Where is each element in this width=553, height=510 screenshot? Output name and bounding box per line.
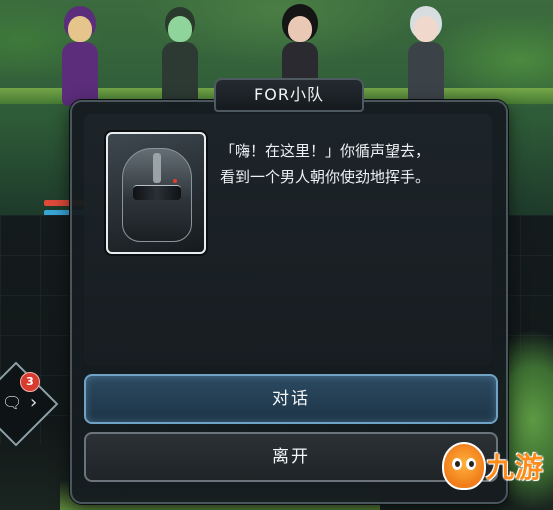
dialog-content-panel: 「嗨！在这里！」你循声望去， 看到一个男人朝你使劲地挥手。 [84,114,492,366]
talk-button[interactable]: 对话 [84,374,498,424]
notification-badge: 3 [20,372,40,392]
hero-character-visor [152,14,208,110]
npc-portrait [106,132,206,254]
robot-helmet-icon [122,148,192,242]
chevron-right-icon: › [30,392,38,413]
dialog-message-line-1: 「嗨！在这里！」你循声望去， [220,142,431,160]
leave-button[interactable]: 离开 [84,432,498,482]
hero-character-silver-hair [398,14,454,110]
watermark-text: 九游 [486,451,545,484]
mascot-icon [442,442,486,490]
dialog-message: 「嗨！在这里！」你循声望去， 看到一个男人朝你使劲地挥手。 [220,138,480,190]
chat-bubble-icon: 🗨 [2,393,23,412]
dialog-message-line-2: 看到一个男人朝你使劲地挥手。 [220,168,431,186]
dialog-title-tab: FOR小队 [214,78,364,112]
hero-character-hooded [52,14,108,110]
watermark-logo: 九游 [442,440,552,490]
chat-side-button[interactable]: 🗨 › 3 [0,360,59,450]
